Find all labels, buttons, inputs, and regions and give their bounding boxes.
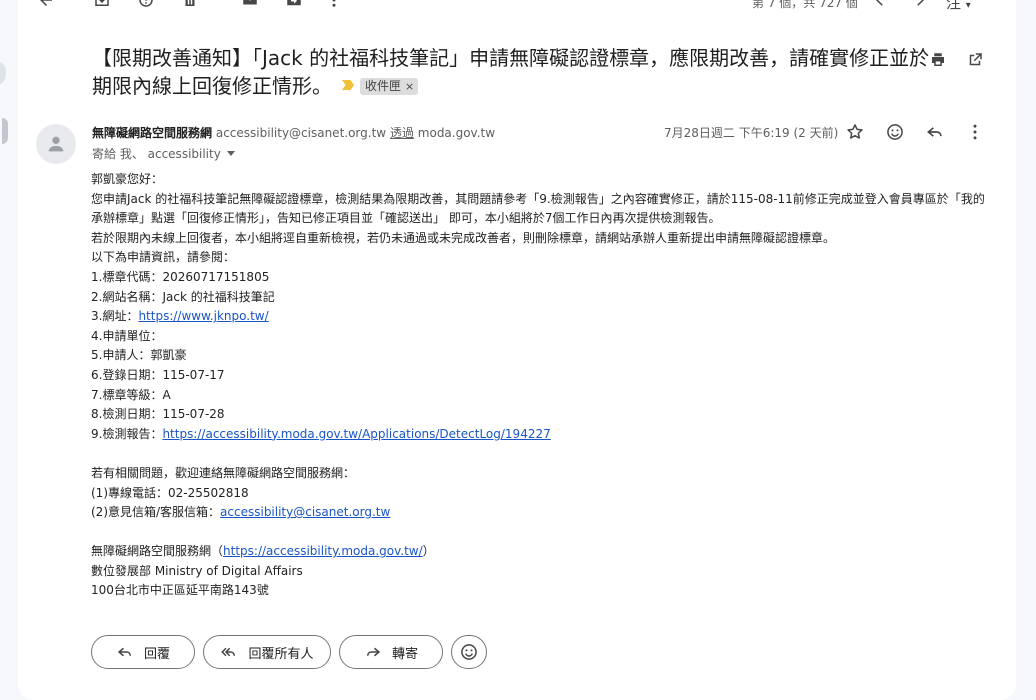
- contact-mail: (2)意見信箱/客服信箱：accessibility@cisanet.org.t…: [91, 503, 991, 523]
- info-item-applicant-unit: 4.申請單位：: [91, 328, 163, 343]
- add-reaction-icon[interactable]: [883, 120, 907, 144]
- smiley-icon: [461, 644, 477, 660]
- chevron-left-icon[interactable]: [866, 0, 894, 14]
- inbox-label-chip: 收件匣 ×: [360, 78, 419, 95]
- message-toolbar: 第 7 個，共 727 個 注 ▾: [18, 0, 1016, 14]
- archive-icon[interactable]: [88, 0, 116, 14]
- importance-marker-icon[interactable]: [342, 80, 354, 90]
- back-arrow-icon[interactable]: [32, 0, 60, 14]
- info-item-applicant: 5.申請人：郭凱豪: [91, 348, 187, 363]
- reply-all-button[interactable]: 回覆所有人: [203, 635, 331, 669]
- subject-text: 【限期改善通知】「Jack 的社福科技筆記」申請無障礙認證標章，應限期改善，請確…: [92, 46, 930, 98]
- reply-icon[interactable]: [923, 120, 947, 144]
- info-item-report: 9.檢測報告：https://accessibility.moda.gov.tw…: [91, 425, 991, 445]
- via-domain: moda.gov.tw: [417, 126, 496, 140]
- info-item-register-date: 6.登錄日期：115-07-17: [91, 367, 225, 382]
- open-new-window-icon[interactable]: [963, 48, 987, 72]
- site-url-link[interactable]: https://www.jknpo.tw/: [138, 309, 268, 323]
- contact-mail-link[interactable]: accessibility@cisanet.org.tw: [220, 505, 390, 519]
- print-icon[interactable]: [926, 48, 950, 72]
- info-item-site-name: 2.網站名稱：Jack 的社福科技筆記: [91, 289, 275, 304]
- inbox-label-text: 收件匣: [365, 79, 402, 93]
- emoji-reaction-button[interactable]: [451, 635, 487, 669]
- forward-label: 轉寄: [391, 646, 418, 662]
- info-item-badge-level: 7.標章等級：A: [91, 387, 171, 402]
- more-vertical-icon[interactable]: [320, 0, 348, 14]
- email-date: 7月28日週二 下午6:19 (2 天前): [664, 126, 839, 140]
- body-paragraph-1: 您申請Jack 的社福科技筆記無障礙認證標章，檢測結果為限期改善，其問題請參考「…: [91, 191, 985, 226]
- side-panel-tab[interactable]: [0, 60, 6, 86]
- reply-button[interactable]: 回覆: [91, 635, 195, 669]
- delete-icon[interactable]: [176, 0, 204, 14]
- message-card: 第 7 個，共 727 個 注 ▾ 【限期改善通知】「Jack 的社福科技筆記」…: [18, 0, 1016, 700]
- chevron-right-icon[interactable]: [906, 0, 934, 14]
- sender-email: accessibility@cisanet.org.tw: [215, 126, 387, 140]
- info-item-badge-code: 1.標章代碼：20260717151805: [91, 269, 270, 284]
- signature-address: 100台北市中正區延平南路143號: [91, 583, 269, 598]
- signature-org: 數位發展部 Ministry of Digital Affairs: [91, 563, 303, 578]
- report-link[interactable]: https://accessibility.moda.gov.tw/Applic…: [162, 427, 550, 441]
- contact-mail-label: (2)意見信箱/客服信箱：: [91, 505, 221, 520]
- info-item-test-date: 8.檢測日期：115-07-28: [91, 407, 225, 422]
- email-subject: 【限期改善通知】「Jack 的社福科技筆記」申請無障礙認證標章，應限期改善，請確…: [92, 44, 932, 100]
- remove-label-button[interactable]: ×: [405, 80, 414, 93]
- input-tools-label: 注: [946, 0, 962, 12]
- body-paragraph-2: 若於限期內未線上回復者，本小組將逕自重新檢視，若仍未通過或未完成改善者，則刪除標…: [91, 230, 836, 245]
- input-tools-button[interactable]: 注 ▾: [946, 0, 971, 13]
- reply-all-label: 回覆所有人: [248, 646, 314, 662]
- move-to-icon[interactable]: [280, 0, 308, 14]
- signature-name: 無障礙網路空間服務網（https://accessibility.moda.go…: [91, 542, 991, 562]
- side-panel-handle[interactable]: [2, 118, 8, 144]
- contact-intro: 若有相關問題，歡迎連絡無障礙網路空間服務網：: [91, 465, 356, 480]
- info-item-report-label: 9.檢測報告：: [91, 426, 163, 441]
- via-link[interactable]: 透過: [390, 126, 414, 140]
- greeting: 郭凱豪您好：: [91, 172, 164, 186]
- contact-phone: (1)專線電話：02-25502818: [91, 485, 249, 500]
- sender-line: 無障礙網路空間服務網 accessibility@cisanet.org.tw …: [92, 124, 495, 141]
- recipients-text: 寄給 我、 accessibility: [92, 147, 221, 161]
- star-icon[interactable]: [843, 120, 867, 144]
- pager-count: 第 7 個，共 727 個: [752, 0, 858, 10]
- forward-button[interactable]: 轉寄: [339, 635, 443, 669]
- mark-unread-icon[interactable]: [236, 0, 264, 14]
- more-vertical-icon[interactable]: [963, 120, 987, 144]
- signature-link[interactable]: https://accessibility.moda.gov.tw/: [223, 544, 423, 558]
- caret-down-icon: ▾: [965, 0, 971, 11]
- avatar[interactable]: [36, 124, 76, 164]
- caret-down-icon[interactable]: [226, 151, 235, 156]
- forward-icon: [366, 647, 381, 657]
- email-body: 郭凱豪您好： 您申請Jack 的社福科技筆記無障礙認證標章，檢測結果為限期改善，…: [91, 170, 991, 601]
- recipients-line[interactable]: 寄給 我、 accessibility: [92, 145, 235, 162]
- reply-icon: [117, 647, 131, 657]
- info-intro: 以下為申請資訊，請參閱：: [91, 250, 236, 265]
- reply-all-icon: [221, 647, 236, 657]
- signature-close: ）: [422, 544, 435, 559]
- signature-name-text: 無障礙網路空間服務網（: [91, 544, 224, 559]
- sender-name[interactable]: 無障礙網路空間服務網: [92, 126, 212, 140]
- report-spam-icon[interactable]: [132, 0, 160, 14]
- reply-label: 回覆: [143, 646, 170, 662]
- info-item-url: 3.網址：https://www.jknpo.tw/: [91, 307, 991, 327]
- info-item-url-label: 3.網址：: [91, 309, 139, 324]
